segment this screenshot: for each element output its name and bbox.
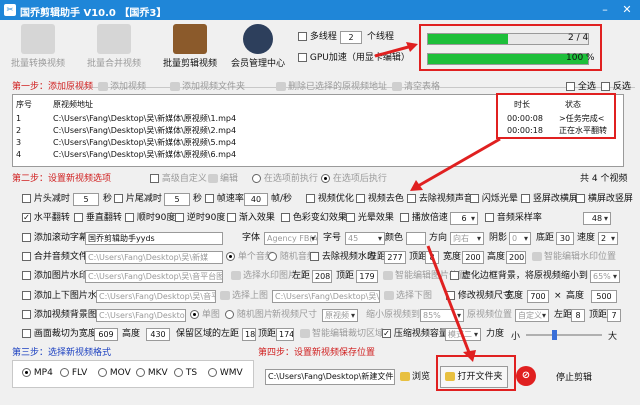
arrow-to-hflip bbox=[417, 137, 501, 188]
arrow-to-open-folder bbox=[426, 245, 472, 356]
arrow-head-open-folder bbox=[463, 350, 476, 362]
arrow-to-progress bbox=[374, 44, 413, 58]
annotation-arrows bbox=[374, 42, 501, 362]
